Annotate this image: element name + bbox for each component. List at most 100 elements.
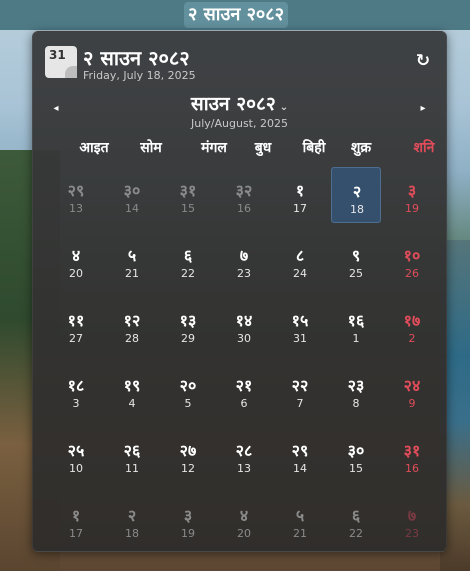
day-number-nepali: १२	[123, 311, 141, 330]
day-number-english: 28	[125, 332, 139, 345]
day-cell[interactable]: २० 5	[163, 362, 213, 418]
day-number-english: 6	[240, 397, 248, 410]
day-number-nepali: १०	[403, 246, 421, 265]
day-cell[interactable]: ३२ 16	[219, 167, 269, 223]
day-number-nepali: २८	[235, 441, 253, 460]
day-cell[interactable]: ६ 22	[331, 492, 381, 548]
day-cell[interactable]: १९ 4	[107, 362, 157, 418]
weekday-tue: मंगल	[201, 140, 227, 156]
day-cell[interactable]: १६ 1	[331, 297, 381, 353]
day-number-nepali: २९	[67, 181, 85, 200]
day-cell[interactable]: २२ 7	[275, 362, 325, 418]
day-cell[interactable]: २७ 12	[163, 427, 213, 483]
day-number-nepali: ३१	[179, 181, 197, 200]
weekday-sun: आइत	[79, 140, 109, 156]
month-title-text: साउन २०८२	[190, 93, 276, 115]
day-cell[interactable]: १४ 30	[219, 297, 269, 353]
day-cell[interactable]: ३१ 15	[163, 167, 213, 223]
day-number-english: 21	[125, 267, 139, 280]
day-number-nepali: ६	[351, 506, 361, 525]
day-number-english: 13	[237, 462, 251, 475]
day-cell[interactable]: ४ 20	[219, 492, 269, 548]
day-cell[interactable]: २८ 13	[219, 427, 269, 483]
day-cell[interactable]: २१ 6	[219, 362, 269, 418]
day-number-nepali: १	[71, 506, 81, 525]
day-number-nepali: १६	[347, 311, 365, 330]
weekday-fri: शुक्र	[350, 140, 372, 156]
day-number-english: 13	[69, 202, 83, 215]
day-cell[interactable]: २४ 9	[387, 362, 437, 418]
day-cell[interactable]: २ 18	[107, 492, 157, 548]
month-title[interactable]: साउन २०८२ ⌄	[33, 90, 446, 116]
day-cell[interactable]: ८ 24	[275, 232, 325, 288]
day-cell[interactable]: ७ 23	[219, 232, 269, 288]
day-number-english: 15	[181, 202, 195, 215]
day-cell[interactable]: ३ 19	[163, 492, 213, 548]
day-number-nepali: ४	[239, 506, 249, 525]
day-number-english: 17	[69, 527, 83, 540]
day-number-english: 1	[352, 332, 360, 345]
day-number-english: 18	[350, 203, 364, 216]
day-cell-selected[interactable]: २ 18	[331, 167, 381, 223]
day-number-nepali: १७	[403, 311, 421, 330]
day-number-english: 30	[237, 332, 251, 345]
day-number-nepali: ५	[295, 506, 305, 525]
day-number-english: 27	[69, 332, 83, 345]
day-number-nepali: २५	[67, 441, 85, 460]
weekday-wed: बुध	[254, 140, 272, 156]
current-date-title: २ साउन २०८२	[83, 46, 190, 70]
day-number-english: 24	[293, 267, 307, 280]
day-cell[interactable]: २३ 8	[331, 362, 381, 418]
day-cell[interactable]: ३० 15	[331, 427, 381, 483]
current-date-subtitle: Friday, July 18, 2025	[83, 69, 196, 82]
day-number-nepali: १	[295, 181, 305, 200]
calendar-popup: 31 २ साउन २०८२ Friday, July 18, 2025 ↻ ◂…	[32, 31, 447, 552]
day-number-english: 3	[72, 397, 80, 410]
day-cell[interactable]: १७ 2	[387, 297, 437, 353]
day-number-english: 4	[128, 397, 136, 410]
day-number-nepali: ३१	[403, 441, 421, 460]
day-cell[interactable]: ४ 20	[51, 232, 101, 288]
day-number-english: 26	[405, 267, 419, 280]
day-cell[interactable]: १२ 28	[107, 297, 157, 353]
day-number-english: 22	[181, 267, 195, 280]
day-number-english: 15	[349, 462, 363, 475]
day-cell[interactable]: ५ 21	[275, 492, 325, 548]
day-number-english: 2	[408, 332, 416, 345]
day-cell[interactable]: ६ 22	[163, 232, 213, 288]
day-cell[interactable]: १ 17	[275, 167, 325, 223]
day-number-nepali: २३	[347, 376, 365, 395]
day-cell[interactable]: ११ 27	[51, 297, 101, 353]
day-number-nepali: ९	[351, 246, 361, 265]
refresh-icon[interactable]: ↻	[414, 52, 432, 70]
day-cell[interactable]: ३१ 16	[387, 427, 437, 483]
day-number-english: 22	[349, 527, 363, 540]
day-cell[interactable]: ७ 23	[387, 492, 437, 548]
day-number-english: 18	[125, 527, 139, 540]
day-number-nepali: ३	[407, 181, 417, 200]
day-cell[interactable]: ३० 14	[107, 167, 157, 223]
day-cell[interactable]: ५ 21	[107, 232, 157, 288]
day-cell[interactable]: २९ 14	[275, 427, 325, 483]
day-cell[interactable]: १८ 3	[51, 362, 101, 418]
day-cell[interactable]: १० 26	[387, 232, 437, 288]
day-number-english: 21	[293, 527, 307, 540]
day-number-nepali: २	[127, 506, 137, 525]
calendar-icon: 31	[45, 46, 77, 78]
day-number-nepali: १८	[67, 376, 85, 395]
day-number-nepali: ११	[67, 311, 85, 330]
day-cell[interactable]: १ 17	[51, 492, 101, 548]
calendar-applet-button[interactable]: २ साउन २०८२	[184, 2, 289, 28]
day-number-english: 16	[237, 202, 251, 215]
day-cell[interactable]: २६ 11	[107, 427, 157, 483]
day-cell[interactable]: २५ 10	[51, 427, 101, 483]
day-number-nepali: २४	[403, 376, 421, 395]
day-cell[interactable]: १५ 31	[275, 297, 325, 353]
day-cell[interactable]: २९ 13	[51, 167, 101, 223]
day-cell[interactable]: १३ 29	[163, 297, 213, 353]
day-number-english: 29	[181, 332, 195, 345]
next-month-button[interactable]: ▸	[416, 102, 430, 116]
day-number-nepali: २०	[179, 376, 197, 395]
day-cell[interactable]: ३ 19	[387, 167, 437, 223]
day-cell[interactable]: ९ 25	[331, 232, 381, 288]
